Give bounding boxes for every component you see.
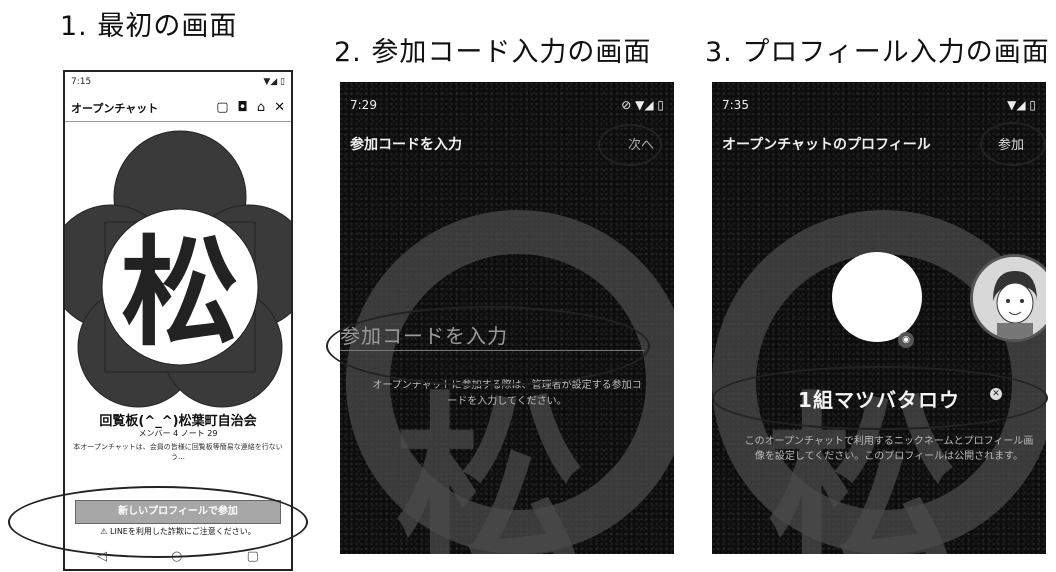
profile-help: このオープンチャットで利用するニックネームとプロフィール画像を設定してください。… [744, 436, 1034, 462]
status-icons: ▼◢ ▯ [263, 77, 285, 87]
highlight-oval-join-top [980, 122, 1046, 166]
bell-icon[interactable]: ⌂ [257, 100, 265, 115]
room-cover-image: 松 [65, 122, 291, 412]
shield-icon[interactable]: ◘ [238, 100, 248, 115]
status-time: 7:35 [722, 98, 749, 112]
room-name: 回覧板(^_^)松葉町自治会 [99, 414, 257, 429]
camera-icon[interactable]: ◉ [898, 332, 914, 348]
page-title: オープンチャット [71, 101, 159, 115]
profile-avatar[interactable] [832, 252, 922, 342]
recents-icon[interactable]: ▢ [247, 549, 259, 564]
highlight-oval-code [326, 306, 650, 386]
status-bar: 7:35 ▼◢ ▯ [722, 98, 1036, 118]
status-time: 7:29 [350, 98, 377, 112]
caption-step3: 3. プロフィール入力の画面 [705, 37, 1050, 68]
caption-step1: 1. 最初の画面 [60, 11, 238, 42]
status-icons: ▼◢ ▯ [1007, 98, 1036, 112]
status-bar: 7:29 ⊘ ▼◢ ▯ [350, 98, 664, 118]
logo-text: 松 [121, 223, 239, 362]
status-bar: 7:15 ▼◢ ▯ [65, 72, 291, 94]
status-time: 7:15 [71, 77, 92, 87]
caption-step2: 2. 参加コード入力の画面 [334, 37, 652, 68]
person-illustration-icon [973, 257, 1046, 339]
app-bar: オープンチャット ▢ ◘ ⌂ ✕ [65, 94, 291, 122]
highlight-oval-nickname [712, 366, 1048, 430]
room-meta: メンバー 4 ノート 29 [138, 429, 218, 438]
page-title: オープンチャットのプロフィール [722, 137, 931, 153]
close-icon[interactable]: ✕ [274, 100, 285, 115]
highlight-oval-next [598, 124, 662, 166]
room-description: 本オープンチャットは、会員の皆様に回覧板等簡易な連絡を行ないう… [73, 443, 283, 461]
status-icons: ⊘ ▼◢ ▯ [621, 98, 664, 112]
page-title: 参加コードを入力 [350, 137, 462, 153]
highlight-oval-join [8, 486, 308, 558]
window-icon[interactable]: ▢ [216, 100, 228, 115]
